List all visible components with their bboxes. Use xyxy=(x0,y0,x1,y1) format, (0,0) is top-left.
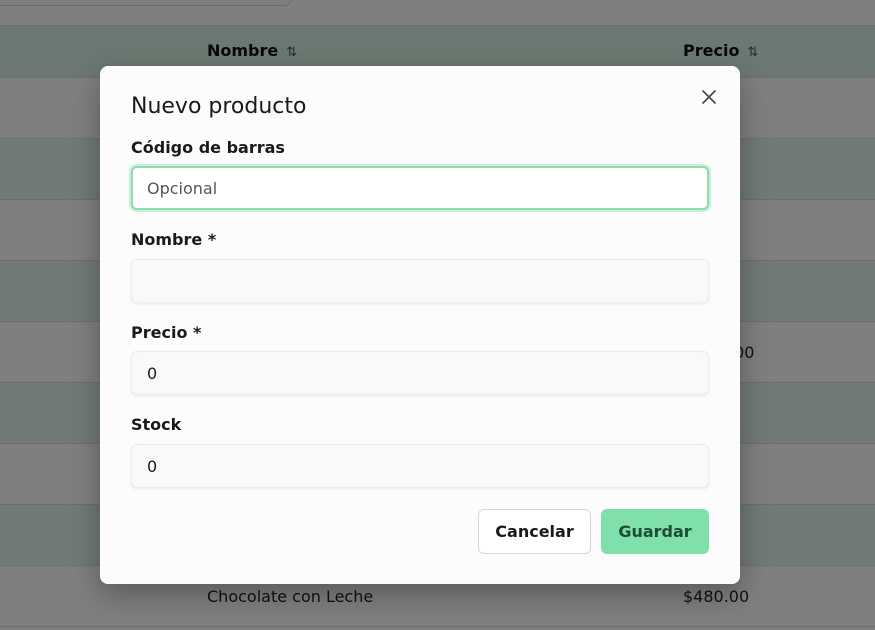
barcode-input[interactable] xyxy=(131,166,709,210)
new-product-dialog: Nuevo producto Código de barras Nombre *… xyxy=(100,66,740,584)
save-button[interactable]: Guardar xyxy=(601,509,709,554)
price-label: Precio * xyxy=(131,323,202,342)
name-input[interactable] xyxy=(131,259,709,303)
close-icon xyxy=(702,90,716,104)
price-input[interactable] xyxy=(131,351,709,395)
stock-input[interactable] xyxy=(131,444,709,488)
stock-label: Stock xyxy=(131,415,182,434)
cancel-button[interactable]: Cancelar xyxy=(478,509,591,554)
name-label: Nombre * xyxy=(131,230,217,249)
dialog-title: Nuevo producto xyxy=(131,94,307,119)
close-button[interactable] xyxy=(698,86,720,108)
barcode-label: Código de barras xyxy=(131,138,285,157)
